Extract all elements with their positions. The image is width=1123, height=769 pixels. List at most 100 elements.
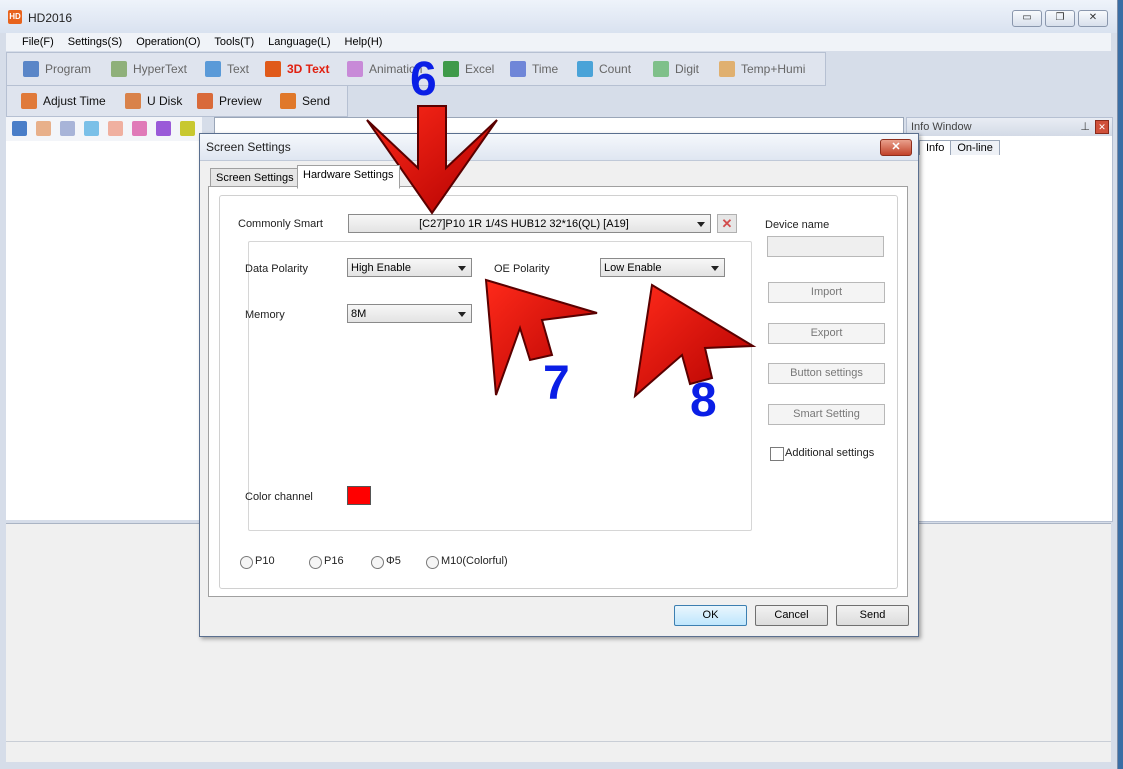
menu-language[interactable]: Language(L) [262, 33, 338, 51]
toolbar-excel-button[interactable]: Excel [443, 53, 494, 85]
toolbar-button-label: Temp+Humi [741, 62, 806, 76]
chevron-down-icon [458, 266, 466, 271]
oe-polarity-select[interactable]: Low Enable [600, 258, 725, 277]
minimize-button[interactable]: ▭ [1012, 10, 1042, 27]
tab-online[interactable]: On-line [950, 140, 1000, 155]
color-channel-label: Color channel [245, 491, 313, 503]
pin-icon[interactable]: ⊥ [1080, 118, 1090, 136]
menu-file[interactable]: File(F) [6, 33, 62, 51]
radio-m10-colorful[interactable] [426, 556, 439, 569]
toolbar-button-label: Text [227, 62, 250, 76]
excel-icon [443, 61, 459, 77]
step-7-label: 7 [543, 357, 570, 410]
chevron-down-icon [711, 266, 719, 271]
smart-setting-button[interactable]: Smart Setting [768, 404, 885, 425]
app-logo-icon: HD [8, 10, 22, 24]
radio-phi5[interactable] [371, 556, 384, 569]
toolbar-button-label: Excel [465, 62, 495, 76]
toolbar-button-label: Send [302, 94, 331, 108]
status-bar [6, 741, 1111, 762]
toolbar-button-label: Digit [675, 62, 700, 76]
menu-help[interactable]: Help(H) [339, 33, 391, 51]
text-icon [205, 61, 221, 77]
toolbar-preview-button[interactable]: Preview [197, 86, 262, 116]
info-window-header: Info Window ⊥ ✕ [907, 118, 1112, 136]
toolbar-time-button[interactable]: Time [510, 53, 558, 85]
export-button[interactable]: Export [768, 323, 885, 344]
clear-smart-button[interactable]: ✕ [717, 214, 737, 233]
toolbar-u-disk-button[interactable]: U Disk [125, 86, 182, 116]
radio-m10-label: M10(Colorful) [441, 555, 508, 567]
close-window-button[interactable]: ✕ [1078, 10, 1108, 27]
move-up-icon[interactable] [84, 121, 99, 136]
digit-icon [653, 61, 669, 77]
app-title: HD2016 [28, 11, 73, 25]
info-close-icon[interactable]: ✕ [1095, 120, 1109, 134]
device-name-field[interactable] [767, 236, 884, 257]
toolbar-hypertext-button[interactable]: HyperText [111, 53, 187, 85]
additional-settings-checkbox[interactable] [770, 447, 784, 461]
usb-disk-icon [125, 93, 141, 109]
delete-icon[interactable] [132, 121, 147, 136]
toolbar-digit-button[interactable]: Digit [653, 53, 699, 85]
radio-phi5-label: Φ5 [386, 555, 401, 567]
screen-add-icon[interactable] [12, 121, 27, 136]
title-bar: HD HD2016 ▭ ❐ ✕ [0, 0, 1117, 33]
time-icon [510, 61, 526, 77]
toolbar-3d-text-button[interactable]: 3D Text [265, 53, 329, 85]
toolbar-button-label: Count [599, 62, 632, 76]
paste-icon[interactable] [60, 121, 75, 136]
memory-select[interactable]: 8M [347, 304, 472, 323]
menu-operation[interactable]: Operation(O) [130, 33, 208, 51]
cancel-button[interactable]: Cancel [755, 605, 828, 626]
radio-p16-label: P16 [324, 555, 344, 567]
color-channel-swatch[interactable] [347, 486, 371, 505]
toolbar-text-button[interactable]: Text [205, 53, 249, 85]
check-icon[interactable] [156, 121, 171, 136]
toolbar-temp-humi-button[interactable]: Temp+Humi [719, 53, 805, 85]
commonly-smart-value: [C27]P10 1R 1/4S HUB12 32*16(QL) [A19] [419, 218, 629, 230]
toolbar-count-button[interactable]: Count [577, 53, 631, 85]
dialog-close-button[interactable]: ✕ [880, 139, 912, 156]
data-polarity-value: High Enable [351, 262, 411, 274]
search-icon[interactable] [180, 121, 195, 136]
chevron-down-icon [458, 312, 466, 317]
radio-p16[interactable] [309, 556, 322, 569]
tab-hardware-settings[interactable]: Hardware Settings [297, 165, 400, 189]
tab-screen-settings[interactable]: Screen Settings [210, 168, 300, 188]
toolbar-adjust-time-button[interactable]: Adjust Time [21, 86, 106, 116]
move-down-icon[interactable] [108, 121, 123, 136]
action-toolbar: Adjust Time U Disk Preview Send [6, 85, 348, 117]
info-window-title: Info Window [911, 121, 972, 133]
program-tree[interactable] [6, 141, 202, 520]
maximize-button[interactable]: ❐ [1045, 10, 1075, 27]
copy-icon[interactable] [36, 121, 51, 136]
ok-button[interactable]: OK [674, 605, 747, 626]
commonly-smart-label: Commonly Smart [238, 218, 323, 230]
toolbar-send-button[interactable]: Send [280, 86, 330, 116]
tab-info[interactable]: Info [919, 140, 952, 155]
menu-tools[interactable]: Tools(T) [208, 33, 262, 51]
toolbar-button-label: Adjust Time [43, 94, 106, 108]
toolbar-program-button[interactable]: Program [23, 53, 91, 85]
device-name-label: Device name [765, 219, 830, 231]
button-settings-button[interactable]: Button settings [768, 363, 885, 384]
data-polarity-select[interactable]: High Enable [347, 258, 472, 277]
step-8-label: 8 [690, 374, 717, 427]
commonly-smart-select[interactable]: [C27]P10 1R 1/4S HUB12 32*16(QL) [A19] [348, 214, 711, 233]
send-button[interactable]: Send [836, 605, 909, 626]
radio-p10[interactable] [240, 556, 253, 569]
toolbar-button-label: U Disk [147, 94, 183, 108]
step-6-label: 6 [410, 53, 437, 106]
menu-bar: File(F) Settings(S) Operation(O) Tools(T) La… [6, 33, 1111, 51]
additional-settings-label: Additional settings [785, 447, 875, 459]
dialog-title-bar: Screen Settings ✕ [200, 134, 918, 161]
animation-icon [347, 61, 363, 77]
import-button[interactable]: Import [768, 282, 885, 303]
oe-polarity-value: Low Enable [604, 262, 662, 274]
send-icon [280, 93, 296, 109]
data-polarity-label: Data Polarity [245, 263, 308, 275]
memory-value: 8M [351, 308, 367, 320]
temp-humi-icon [719, 61, 735, 77]
menu-settings[interactable]: Settings(S) [62, 33, 130, 51]
